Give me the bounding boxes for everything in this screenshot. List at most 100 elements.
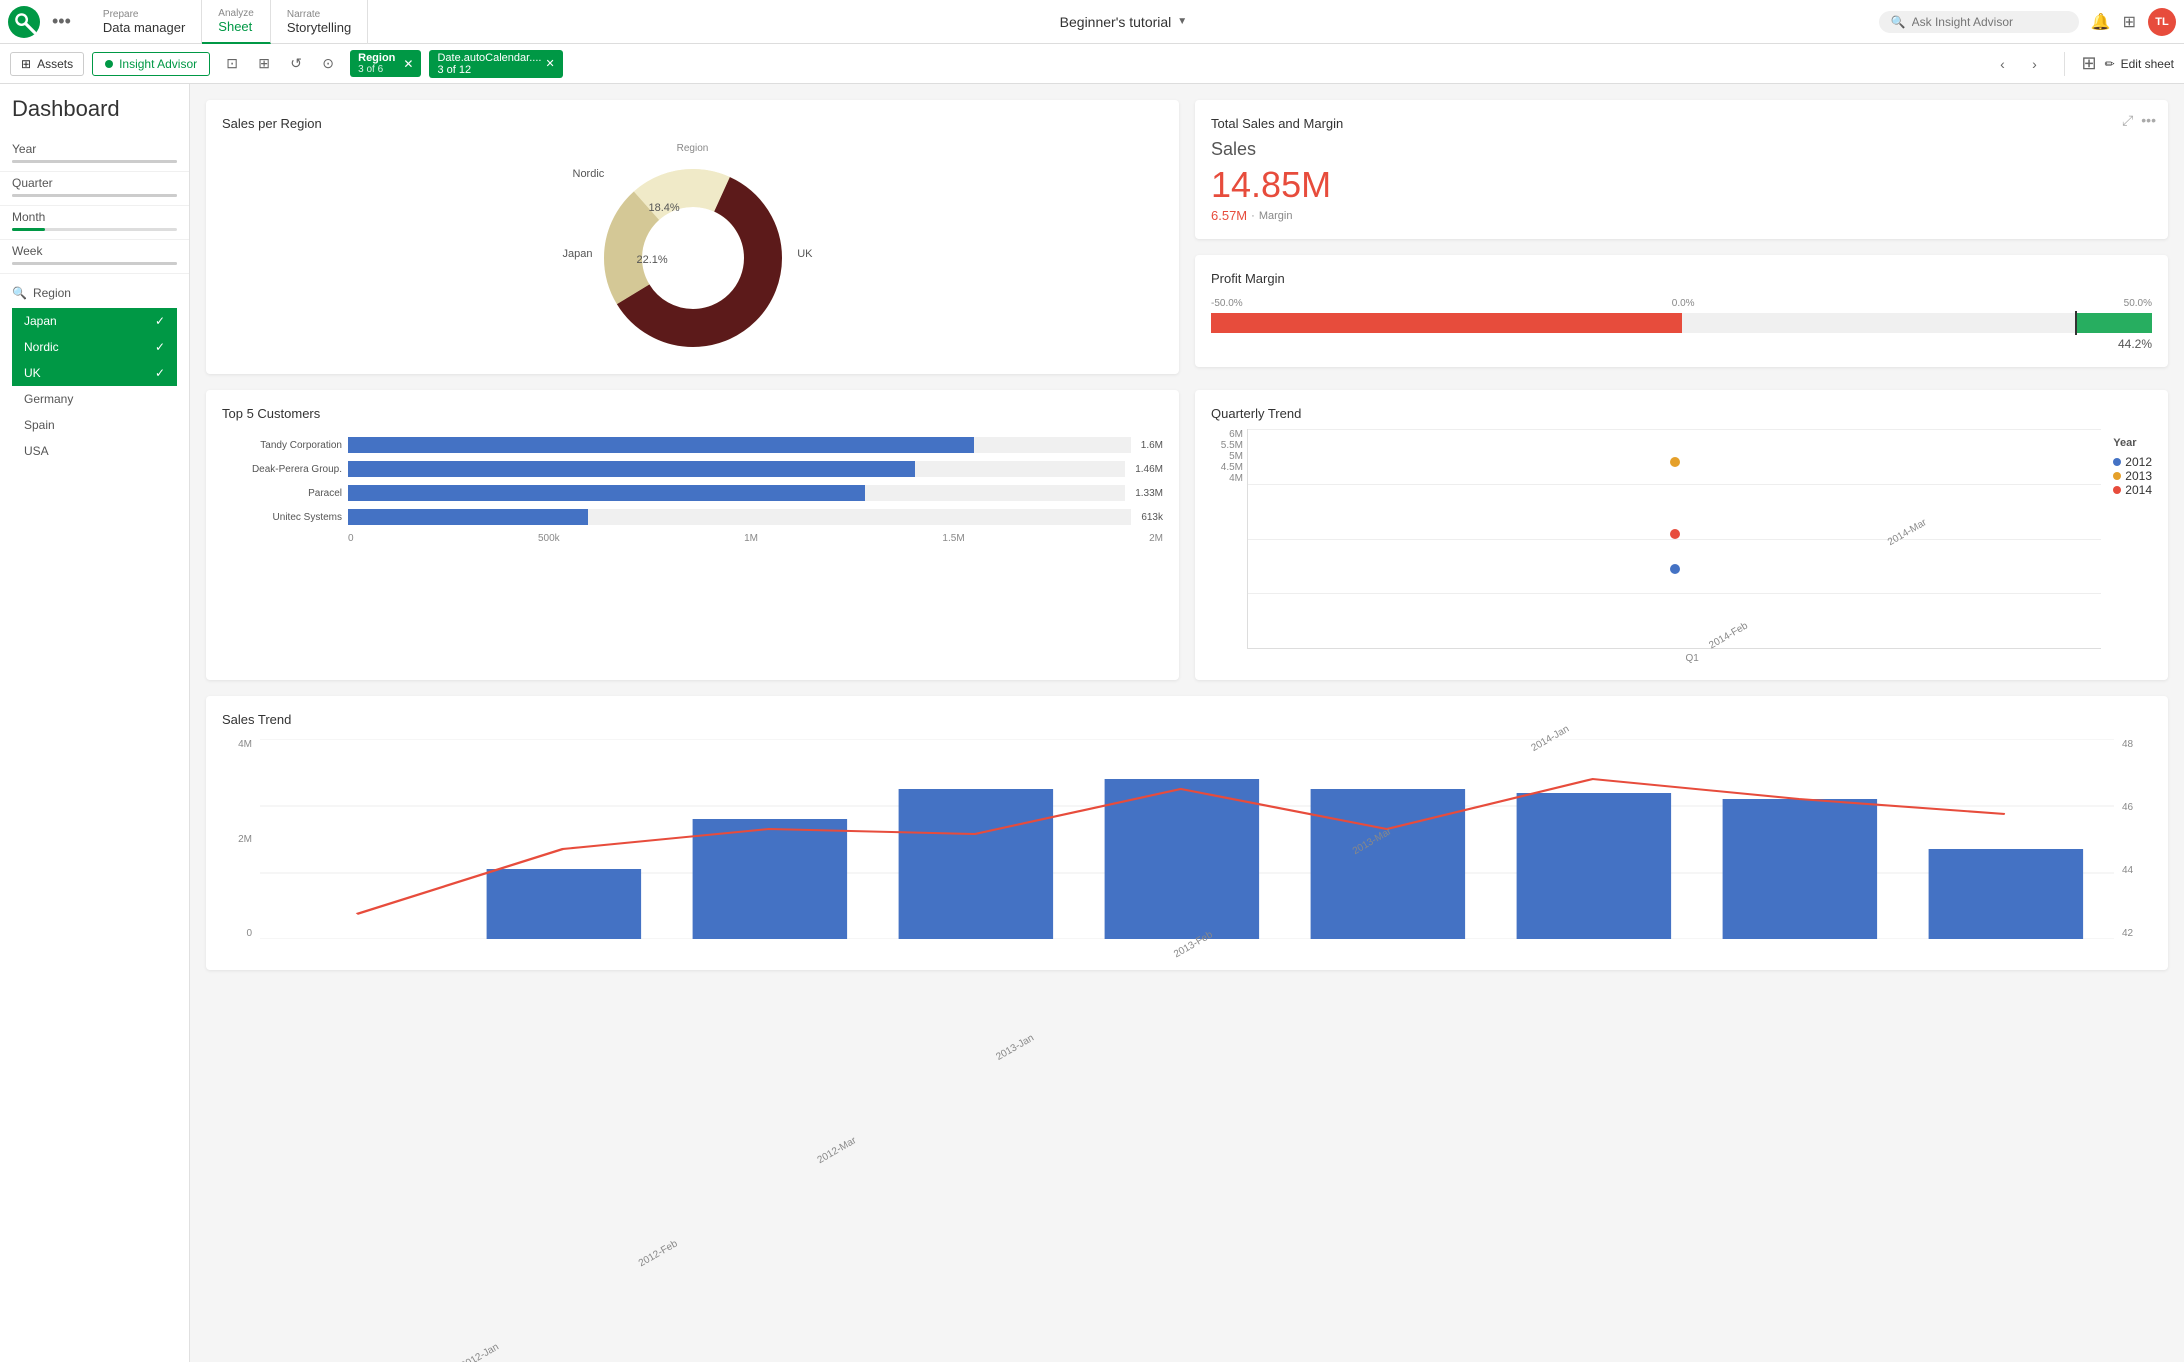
sales-per-region-card: Sales per Region Region xyxy=(206,100,1179,374)
next-arrow[interactable]: › xyxy=(2020,50,2048,78)
more-options-icon[interactable]: ••• xyxy=(52,11,71,32)
margin-dot: · xyxy=(1251,210,1255,222)
kpi-sales-label: Sales xyxy=(1211,139,2152,160)
filter-chip-date[interactable]: Date.autoCalendar.... 3 of 12 ✕ xyxy=(429,50,562,78)
main-layout: Dashboard Year Quarter Month Week 🔍 Regi… xyxy=(0,84,2184,1362)
assets-button[interactable]: ⊞ Assets xyxy=(10,52,84,76)
search-region-icon: 🔍 xyxy=(12,286,27,300)
bar-row-paracel: Paracel 1.33M xyxy=(222,485,1163,501)
kpi-title: Total Sales and Margin xyxy=(1211,116,2152,131)
filter-year[interactable]: Year xyxy=(0,138,189,172)
legend-dot-2013 xyxy=(2113,472,2121,480)
filter-chip-region[interactable]: Region 3 of 6 ✕ xyxy=(350,50,421,77)
sales-trend-title: Sales Trend xyxy=(222,712,2152,727)
total-sales-margin-card: Total Sales and Margin ⤢ ••• Sales 14.85… xyxy=(1195,100,2168,239)
icon-btn-3[interactable]: ↺ xyxy=(282,50,310,78)
bar-row-deak: Deak-Perera Group. 1.46M xyxy=(222,461,1163,477)
donut-chart-svg xyxy=(593,158,793,358)
margin-y-labels: 48 46 44 42 xyxy=(2122,739,2152,939)
donut-label-japan: Japan xyxy=(563,248,593,260)
sales-per-region-title: Sales per Region xyxy=(222,116,1163,131)
filter-chip-region-close[interactable]: ✕ xyxy=(403,57,413,71)
search-input[interactable] xyxy=(1912,15,2052,29)
profit-margin-title: Profit Margin xyxy=(1211,271,2152,286)
region-item-uk[interactable]: UK ✓ xyxy=(12,360,177,386)
checkmark-icon: ✓ xyxy=(155,314,165,328)
legend-2013: 2013 xyxy=(2113,469,2152,483)
sidebar: Dashboard Year Quarter Month Week 🔍 Regi… xyxy=(0,84,190,1362)
app-name-chevron-icon: ▼ xyxy=(1177,16,1187,27)
bar-fill xyxy=(348,461,915,477)
insight-dot-icon xyxy=(105,60,113,68)
region-item-usa[interactable]: USA xyxy=(12,438,177,464)
search-bar[interactable]: 🔍 xyxy=(1879,11,2079,33)
bar-fill xyxy=(348,437,974,453)
pagination-arrows: ‹ › xyxy=(1988,50,2048,78)
filter-quarter[interactable]: Quarter xyxy=(0,172,189,206)
sales-trend-svg xyxy=(260,739,2114,939)
quarterly-trend-card: Quarterly Trend 6M 5.5M 5M 4.5M 4M xyxy=(1195,390,2168,680)
divider xyxy=(2064,52,2065,76)
region-label: 🔍 Region xyxy=(12,286,177,300)
kpi-value: 14.85M xyxy=(1211,164,2152,206)
qlik-logo[interactable] xyxy=(8,6,40,38)
legend-2012: 2012 xyxy=(2113,455,2152,469)
checkmark-icon: ✓ xyxy=(155,340,165,354)
region-item-spain[interactable]: Spain xyxy=(12,412,177,438)
icon-btn-1[interactable]: ⊡ xyxy=(218,50,246,78)
filter-week[interactable]: Week xyxy=(0,240,189,274)
sales-trend-card: Sales Trend 4M 2M 0 xyxy=(206,696,2168,970)
bar-x-labels: 0 500k 1M 1.5M 2M xyxy=(348,533,1163,544)
dot-2012 xyxy=(1670,564,1680,574)
legend-dot-2012 xyxy=(2113,458,2121,466)
icon-btn-2[interactable]: ⊞ xyxy=(250,50,278,78)
donut-pct-uk: 59.5% xyxy=(697,254,728,266)
more-icon[interactable]: ••• xyxy=(2141,112,2156,129)
bell-icon[interactable]: 🔔 xyxy=(2091,12,2111,32)
edit-icon: ✏ xyxy=(2105,57,2115,71)
grid-layout-icon[interactable]: ⊞ xyxy=(2081,53,2096,74)
top-nav: ••• Prepare Data manager Analyze Sheet N… xyxy=(0,0,2184,44)
dot-2014 xyxy=(1670,529,1680,539)
prev-arrow[interactable]: ‹ xyxy=(1988,50,2016,78)
nav-prepare[interactable]: Prepare Data manager xyxy=(87,0,202,44)
expand-icon[interactable]: ⤢ xyxy=(2122,112,2133,129)
kpi-icons: ⤢ ••• xyxy=(2122,112,2156,129)
donut-pct-japan: 22.1% xyxy=(637,254,668,266)
profit-axis: -50.0% 0.0% 50.0% xyxy=(1211,298,2152,309)
profit-margin-card: Profit Margin -50.0% 0.0% 50.0% 44.2% xyxy=(1195,255,2168,367)
toolbar: ⊞ Assets Insight Advisor ⊡ ⊞ ↺ ⊙ Region … xyxy=(0,44,2184,84)
dot-2013 xyxy=(1670,457,1680,467)
donut-label-nordic: Nordic xyxy=(573,168,605,180)
kpi-margin-row: 6.57M · Margin xyxy=(1211,208,2152,223)
region-item-germany[interactable]: Germany xyxy=(12,386,177,412)
margin-value: 6.57M xyxy=(1211,208,1247,223)
insight-advisor-button[interactable]: Insight Advisor xyxy=(92,52,210,76)
bar-fill xyxy=(348,485,865,501)
top5-customers-card: Top 5 Customers Tandy Corporation 1.6M D… xyxy=(206,390,1179,680)
assets-icon: ⊞ xyxy=(21,57,31,71)
top5-title: Top 5 Customers xyxy=(222,406,1163,421)
region-item-japan[interactable]: Japan ✓ xyxy=(12,308,177,334)
bar-fill xyxy=(348,509,588,525)
nav-analyze[interactable]: Analyze Sheet xyxy=(202,0,271,44)
filter-month[interactable]: Month xyxy=(0,206,189,240)
margin-label: Margin xyxy=(1259,210,1293,222)
filter-chip-date-close[interactable]: ✕ xyxy=(545,57,554,70)
avatar[interactable]: TL xyxy=(2148,8,2176,36)
donut-pct-nordic: 18.4% xyxy=(649,202,680,214)
search-icon: 🔍 xyxy=(1891,15,1906,29)
edit-sheet-button[interactable]: ✏ Edit sheet xyxy=(2105,57,2174,71)
grid-icon[interactable]: ⊞ xyxy=(2123,12,2136,32)
nav-icons: 🔔 ⊞ TL xyxy=(2091,8,2176,36)
nav-narrate[interactable]: Narrate Storytelling xyxy=(271,0,368,44)
region-item-nordic[interactable]: Nordic ✓ xyxy=(12,334,177,360)
app-name[interactable]: Beginner's tutorial ▼ xyxy=(1060,14,1188,30)
donut-center-label: Region xyxy=(677,143,709,154)
donut-label-uk: UK xyxy=(797,248,812,260)
scatter-legend: Year 2012 2013 2014 xyxy=(2101,429,2152,497)
dashboard-title: Dashboard xyxy=(0,96,189,138)
y-axis-labels: 6M 5.5M 5M 4.5M 4M xyxy=(1211,429,1247,484)
sales-y-labels: 4M 2M 0 xyxy=(222,739,252,939)
icon-btn-4[interactable]: ⊙ xyxy=(314,50,342,78)
